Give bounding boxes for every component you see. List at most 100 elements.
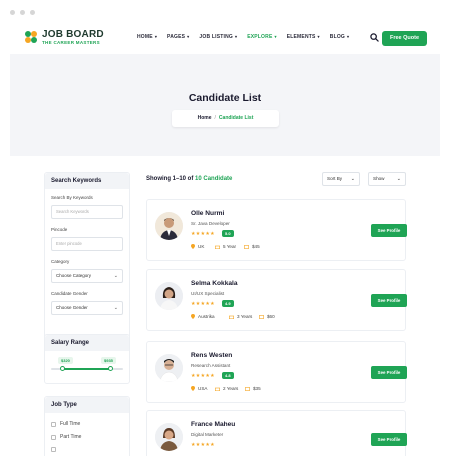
free-quote-button[interactable]: Free Quote	[382, 31, 427, 46]
salary-min-value: $320	[58, 357, 73, 364]
candidate-rate: $60	[259, 314, 275, 319]
salary-range-panel: Salary Range $320 $935	[44, 334, 130, 384]
window-chrome	[0, 0, 450, 24]
briefcase-icon	[215, 245, 220, 249]
keyword-input[interactable]: Search Keywords	[51, 205, 123, 219]
candidate-avatar	[155, 423, 183, 451]
candidate-experience: 3 Years	[229, 314, 252, 319]
candidate-experience: 5 Year	[215, 244, 236, 249]
candidate-role: UI/UX Specialist	[191, 291, 225, 296]
job-type-panel: Job Type Full Time Part Time	[44, 396, 130, 456]
candidate-avatar	[155, 282, 183, 310]
pincode-label: Pincode	[51, 227, 68, 232]
top-navbar: JOB BOARD THE CAREER MASTERS HOME ▾ PAGES…	[10, 24, 440, 54]
window-dot	[20, 10, 25, 15]
main-nav: HOME ▾ PAGES ▾ JOB LISTING ▾ EXPLORE ▾ ELEME…	[137, 34, 359, 40]
breadcrumb-separator: /	[214, 115, 216, 121]
page-title: Candidate List	[188, 92, 262, 104]
location-pin-icon	[191, 244, 195, 249]
window-dot	[30, 10, 35, 15]
breadcrumb-current: Candidate List	[218, 115, 254, 121]
checkbox[interactable]	[51, 434, 56, 440]
chevron-down-icon: ▾	[154, 34, 158, 39]
chevron-down-icon: ▾	[274, 34, 277, 39]
briefcase-icon	[229, 315, 234, 319]
chevron-down-icon: ▾	[347, 34, 350, 39]
candidate-avatar	[155, 354, 183, 382]
show-select[interactable]: Show ⌄	[368, 172, 406, 186]
window-dot	[10, 10, 15, 15]
star-rating: ★★★★★	[191, 231, 215, 237]
search-keywords-panel: Search Keywords Search By Keywords Searc…	[44, 172, 130, 348]
candidate-role: Sr. Java Developer	[191, 221, 230, 226]
brand-name[interactable]: JOB BOARD	[42, 29, 104, 40]
chevron-down-icon: ▾	[234, 34, 238, 39]
candidate-name[interactable]: Selma Kokkala	[191, 280, 238, 287]
job-type-option[interactable]: Part Time	[51, 434, 81, 440]
candidate-card[interactable]: France Maheu Digital Marketer ★★★★★ See …	[146, 410, 407, 456]
nav-pages[interactable]: PAGES ▾	[167, 34, 189, 40]
chevron-down-icon: ▾	[187, 34, 190, 39]
breadcrumb-home[interactable]: Home	[198, 115, 212, 121]
job-type-option[interactable]	[51, 447, 60, 452]
job-type-option[interactable]: Full Time	[51, 421, 80, 427]
search-icon[interactable]	[370, 33, 379, 42]
results-count: Showing 1–10 of 10 Candidate	[146, 176, 233, 182]
chevron-down-icon: ⌄	[113, 305, 118, 311]
sort-by-select[interactable]: Sort By ⌄	[322, 172, 360, 186]
candidate-role: Research Assistant	[191, 363, 231, 368]
candidate-role: Digital Marketer	[191, 432, 224, 437]
money-icon	[244, 244, 249, 249]
see-profile-button[interactable]: See Profile	[371, 294, 407, 307]
candidate-location: USA	[191, 386, 207, 391]
chevron-down-icon: ⌄	[396, 176, 401, 182]
star-rating: ★★★★★	[191, 373, 215, 379]
category-label: Category	[51, 259, 70, 264]
gender-select[interactable]: Choose Gender ⌄	[51, 301, 123, 315]
candidate-card[interactable]: Olle Nurmi Sr. Java Developer ★★★★★ 5.0 …	[146, 199, 407, 261]
candidate-card[interactable]: Selma Kokkala UI/UX Specialist ★★★★★ 4.9…	[146, 269, 407, 331]
category-select[interactable]: Choose Category ⌄	[51, 269, 123, 283]
panel-title: Search Keywords	[45, 173, 129, 189]
nav-home[interactable]: HOME ▾	[137, 34, 157, 40]
checkbox[interactable]	[51, 421, 56, 427]
see-profile-button[interactable]: See Profile	[371, 224, 407, 237]
brand-tagline: THE CAREER MASTERS	[42, 40, 100, 45]
nav-explore[interactable]: EXPLORE ▾	[247, 34, 277, 40]
gender-label: Candidate Gender	[51, 291, 88, 296]
candidate-experience: 2 Years	[215, 386, 238, 391]
breadcrumb: Home / Candidate List	[172, 110, 279, 127]
location-pin-icon	[191, 314, 195, 319]
salary-max-value: $935	[101, 357, 116, 364]
chevron-down-icon: ▾	[317, 34, 320, 39]
nav-job-listing[interactable]: JOB LISTING ▾	[199, 34, 237, 40]
nav-blog[interactable]: BLOG ▾	[330, 34, 349, 40]
candidate-location: UK	[191, 244, 204, 249]
panel-title: Job Type	[45, 397, 129, 413]
page-hero: Candidate List Home / Candidate List	[10, 54, 440, 156]
candidate-avatar	[155, 212, 183, 240]
candidate-name[interactable]: Olle Nurmi	[191, 210, 224, 217]
logo-icon	[25, 31, 37, 43]
candidate-name[interactable]: Rens Westen	[191, 352, 232, 359]
see-profile-button[interactable]: See Profile	[371, 433, 407, 446]
nav-elements[interactable]: ELEMENTS ▾	[287, 34, 320, 40]
location-pin-icon	[191, 386, 195, 391]
money-icon	[259, 314, 264, 319]
salary-min-handle[interactable]	[60, 366, 66, 371]
keyword-label: Search By Keywords	[51, 195, 93, 200]
candidate-card[interactable]: Rens Westen Research Assistant ★★★★★ 4.8…	[146, 341, 407, 403]
briefcase-icon	[215, 387, 220, 391]
star-rating: ★★★★★	[191, 442, 215, 448]
pincode-input[interactable]: Enter pincode	[51, 237, 123, 251]
money-icon	[245, 386, 250, 391]
rating-badge: 4.9	[222, 300, 234, 307]
rating-badge: 4.8	[222, 372, 234, 379]
chevron-down-icon: ⌄	[350, 176, 355, 182]
salary-max-handle[interactable]	[107, 366, 113, 371]
candidate-name[interactable]: France Maheu	[191, 421, 235, 428]
checkbox[interactable]	[51, 447, 56, 452]
panel-title: Salary Range	[45, 335, 129, 351]
candidate-rate: $35	[245, 386, 261, 391]
see-profile-button[interactable]: See Profile	[371, 366, 407, 379]
